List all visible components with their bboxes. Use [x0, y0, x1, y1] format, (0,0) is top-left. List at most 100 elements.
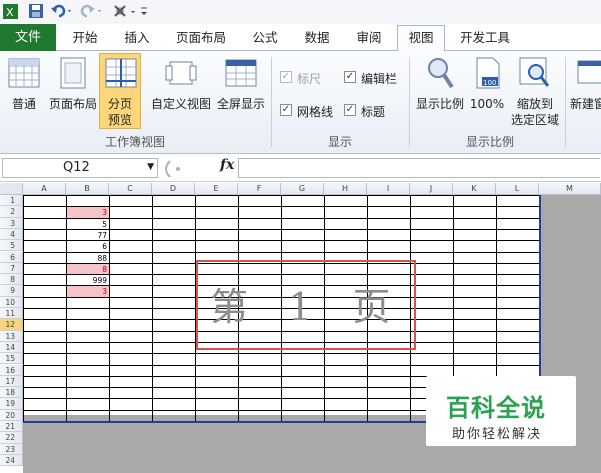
zoom-to-selection-icon — [519, 57, 550, 87]
formula-bar-label: 编辑栏 — [361, 72, 398, 86]
formula-bar: Q12 ▼ fx — [0, 154, 601, 182]
ribbon-view: 普通 页面布局 分页 预览 自定义视图 全屏显示 工作簿视图 ✓ 标尺 ✓ 编辑… — [0, 51, 601, 154]
column-header[interactable]: F — [238, 183, 281, 195]
column-header[interactable]: A — [23, 183, 66, 195]
cell-b9[interactable]: 3 — [67, 286, 109, 297]
normal-view-button[interactable]: 普通 — [4, 55, 44, 115]
tab-home[interactable]: 开始 — [62, 26, 108, 51]
name-box[interactable]: Q12 ▼ — [2, 158, 158, 178]
insert-function-icon[interactable]: fx — [220, 157, 234, 173]
cell-b7[interactable]: 8 — [67, 263, 109, 275]
gridline — [23, 195, 24, 421]
zoom-to-selection-button[interactable]: 缩放到 选定区域 — [508, 55, 562, 131]
column-header[interactable]: G — [281, 183, 324, 195]
column-header[interactable]: B — [66, 183, 109, 195]
zoom-100-icon-text: 100 — [483, 79, 496, 87]
ribbon-tab-strip: 开始 插入 页面布局 公式 数据 审阅 视图 开发工具 — [0, 24, 601, 52]
redo-icon[interactable] — [80, 3, 104, 21]
site-watermark-logo: 百科全说 助你轻松解决 — [426, 376, 576, 446]
page-layout-view-label: 页面布局 — [48, 97, 97, 111]
column-header[interactable]: D — [152, 183, 195, 195]
formula-bar-resize-icon[interactable] — [160, 159, 212, 179]
column-header[interactable]: E — [195, 183, 238, 195]
row-header[interactable]: 1 — [0, 195, 23, 207]
gridlines-checkbox[interactable]: ✓ 网格线 — [280, 103, 340, 119]
row-header[interactable]: 7 — [0, 262, 23, 275]
tab-file[interactable]: 文件 — [0, 24, 56, 51]
formula-input[interactable] — [238, 158, 600, 178]
save-icon[interactable] — [28, 3, 44, 21]
ruler-check-box: ✓ — [280, 71, 292, 83]
custom-views-button[interactable]: 自定义视图 — [148, 55, 214, 115]
column-header[interactable]: L — [496, 183, 539, 195]
zoom-button[interactable]: 显示比例 — [414, 55, 466, 115]
zoom-100-button[interactable]: 100 100% — [468, 55, 506, 115]
row-header[interactable]: 14 — [0, 341, 23, 354]
column-header[interactable]: M — [539, 183, 601, 195]
row-header[interactable]: 8 — [0, 274, 23, 286]
gridline — [109, 195, 110, 421]
row-header[interactable]: 23 — [0, 443, 23, 455]
row-header[interactable]: 12 — [0, 319, 23, 331]
ruler-checkbox[interactable]: ✓ 标尺 — [280, 70, 340, 86]
customize-qat-icon[interactable] — [112, 3, 150, 21]
column-header[interactable]: K — [453, 183, 496, 195]
select-all-corner[interactable] — [0, 183, 23, 195]
column-header[interactable]: J — [410, 183, 453, 195]
row-header[interactable]: 19 — [0, 398, 23, 410]
row-header[interactable]: 9 — [0, 285, 23, 297]
zoom-100-icon: 100 — [476, 57, 500, 89]
headings-checkbox[interactable]: ✓ 标题 — [344, 103, 404, 119]
tab-view[interactable]: 视图 — [397, 25, 445, 52]
page-break-preview-button[interactable]: 分页 预览 — [99, 53, 141, 129]
column-header[interactable]: I — [367, 183, 410, 195]
row-header[interactable]: 15 — [0, 353, 23, 365]
gridlines-label: 网格线 — [297, 105, 334, 119]
tab-formulas[interactable]: 公式 — [242, 26, 288, 51]
full-screen-button[interactable]: 全屏显示 — [214, 55, 268, 115]
row-header[interactable]: 5 — [0, 240, 23, 252]
column-header[interactable]: C — [109, 183, 152, 195]
row-header[interactable]: 11 — [0, 308, 23, 320]
tab-data[interactable]: 数据 — [294, 26, 340, 51]
cell-b8[interactable]: 999 — [67, 275, 109, 285]
row-header[interactable]: 18 — [0, 387, 23, 399]
undo-icon[interactable] — [50, 3, 74, 21]
page-layout-view-button[interactable]: 页面布局 — [46, 55, 100, 115]
row-header[interactable]: 22 — [0, 432, 23, 444]
full-screen-label: 全屏显示 — [216, 97, 265, 111]
cell-b3[interactable]: 5 — [67, 219, 109, 229]
row-header[interactable]: 10 — [0, 296, 23, 308]
row-header[interactable]: 3 — [0, 217, 23, 229]
cell-b4[interactable]: 77 — [67, 230, 109, 240]
row-header[interactable]: 2 — [0, 206, 23, 218]
tab-insert[interactable]: 插入 — [114, 26, 160, 51]
row-header[interactable]: 16 — [0, 364, 23, 376]
headings-check-box: ✓ — [344, 104, 356, 116]
row-header[interactable]: 4 — [0, 228, 23, 241]
group-label-show: 显示 — [327, 135, 352, 149]
page-break-preview-label-2: 预览 — [107, 113, 132, 127]
cell-b2[interactable]: 3 — [67, 207, 109, 218]
svg-text:X: X — [6, 6, 14, 19]
cell-b5[interactable]: 6 — [67, 241, 109, 251]
cell-b6[interactable]: 88 — [67, 253, 109, 263]
full-screen-icon — [225, 59, 257, 87]
zoom-label: 显示比例 — [415, 97, 464, 111]
chevron-down-icon[interactable]: ▼ — [147, 162, 154, 172]
page-break-preview-label-1: 分页 — [107, 97, 132, 111]
row-header[interactable]: 24 — [0, 454, 23, 467]
tab-developer[interactable]: 开发工具 — [452, 26, 518, 51]
tab-review[interactable]: 审阅 — [346, 26, 392, 51]
group-separator — [271, 57, 272, 147]
excel-app-icon[interactable]: X — [3, 3, 19, 21]
tab-page-layout[interactable]: 页面布局 — [168, 26, 234, 51]
column-header[interactable]: H — [324, 183, 367, 195]
row-header[interactable]: 6 — [0, 251, 23, 263]
new-window-button[interactable]: 新建窗 — [568, 55, 601, 115]
row-header[interactable]: 20 — [0, 409, 23, 421]
row-header[interactable]: 13 — [0, 330, 23, 342]
formula-bar-checkbox[interactable]: ✓ 编辑栏 — [344, 70, 414, 86]
row-header[interactable]: 21 — [0, 421, 23, 433]
row-header[interactable]: 17 — [0, 375, 23, 388]
